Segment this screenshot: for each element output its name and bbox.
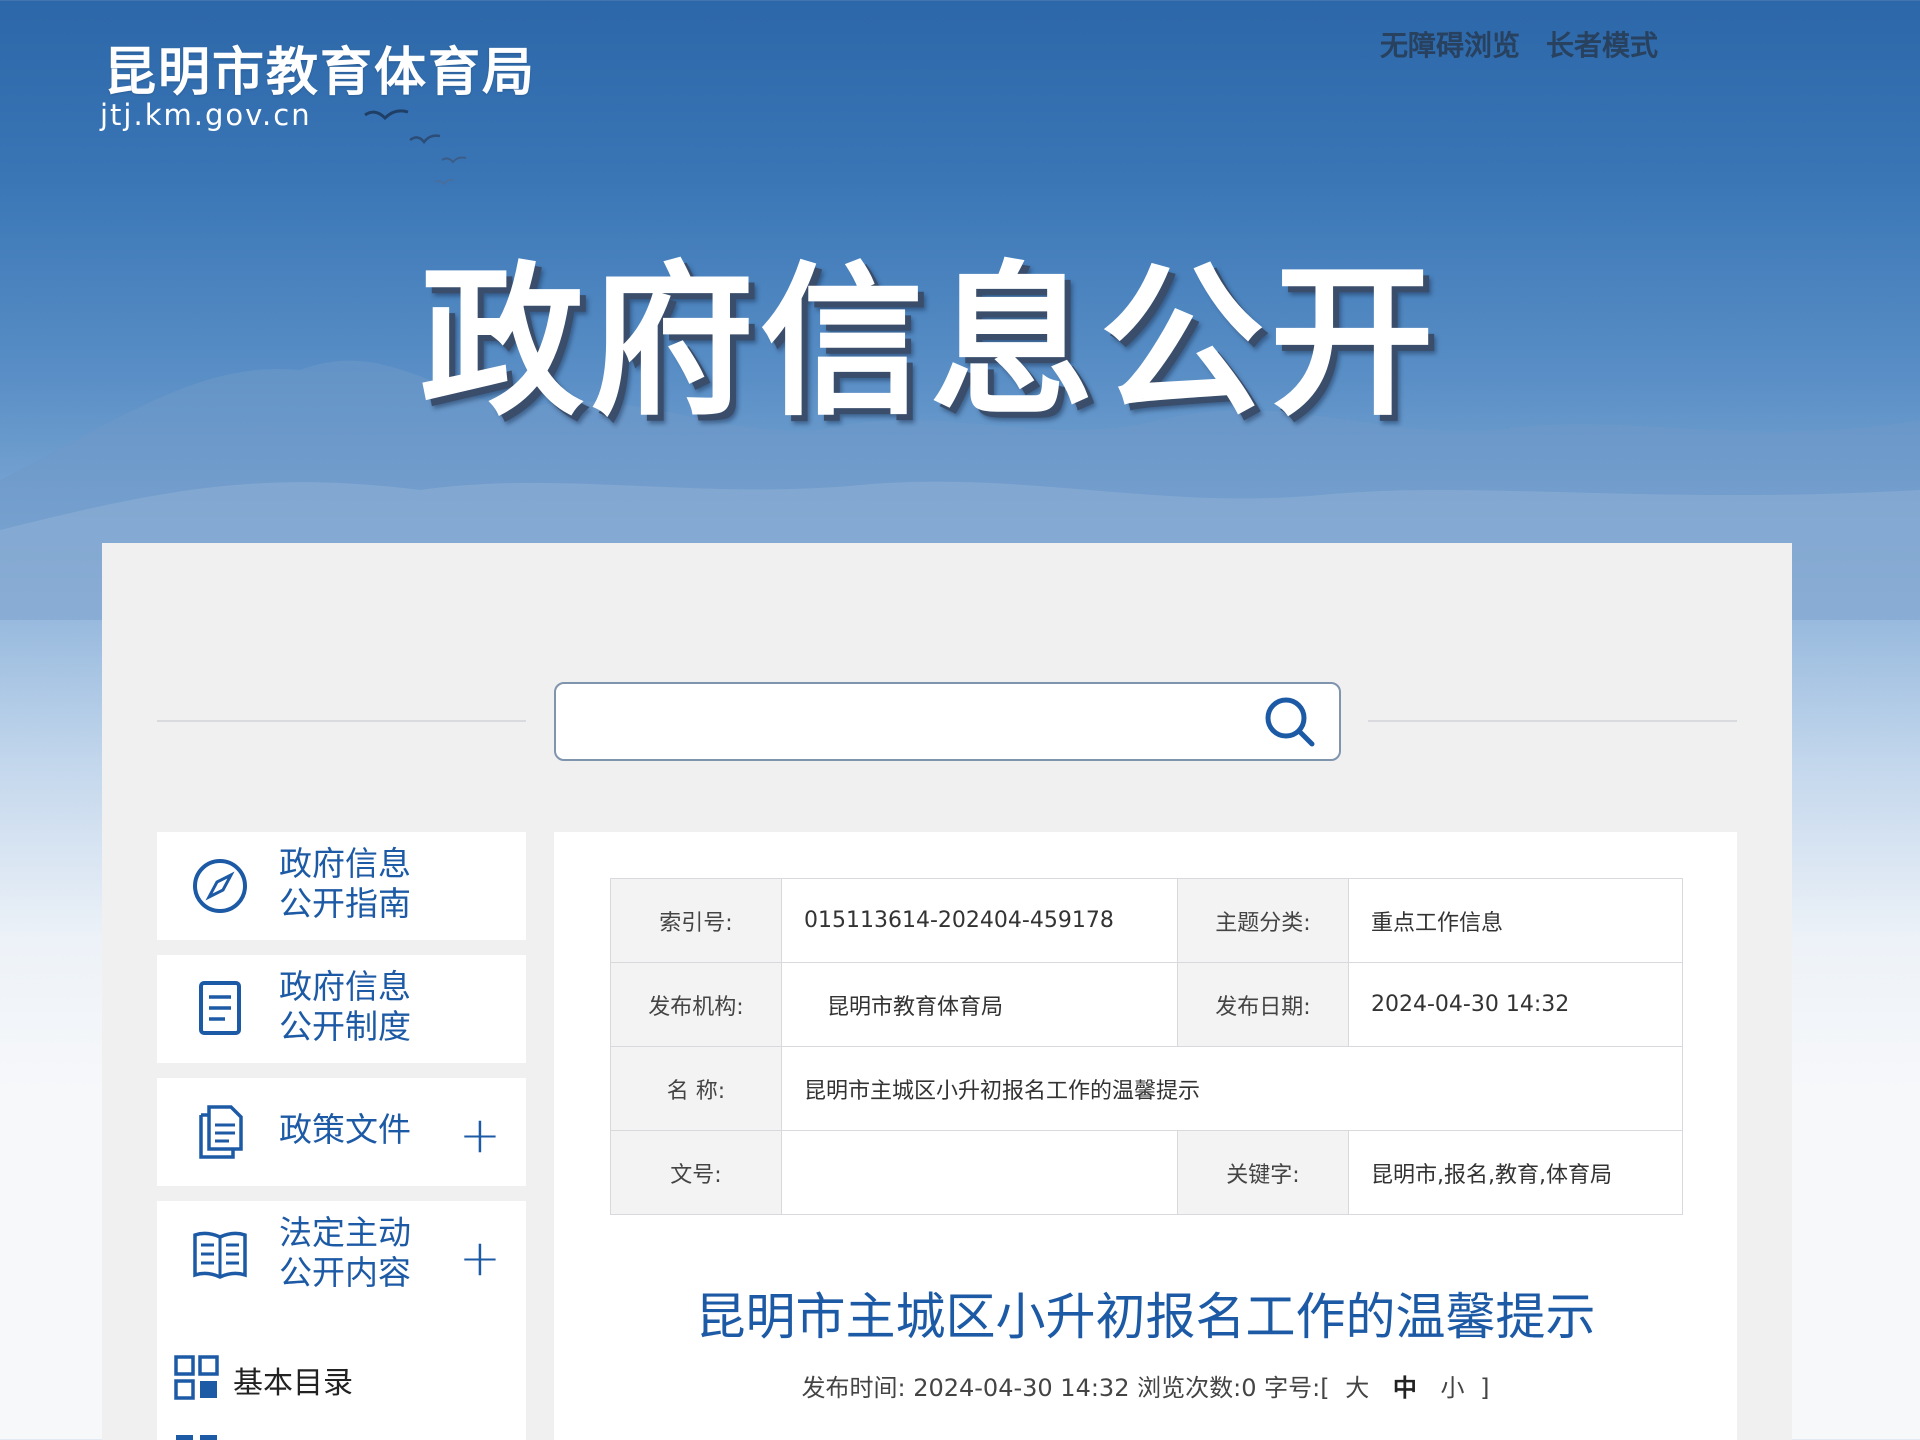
index-no-value: 015113614-202404-459178	[781, 878, 1178, 963]
table-row: 索引号: 015113614-202404-459178 主题分类: 重点工作信…	[610, 878, 1683, 963]
keywords-label: 关键字:	[1177, 1130, 1349, 1215]
top-links: 无障碍浏览 长者模式	[1380, 24, 1658, 64]
font-size-medium-button[interactable]: 中	[1393, 1374, 1417, 1402]
site-domain: jtj.km.gov.cn	[100, 98, 312, 132]
font-size-large-button[interactable]: 大	[1345, 1374, 1369, 1402]
pub-date-value: 2024-04-30 14:32	[1348, 962, 1683, 1047]
sidebar-item-system[interactable]: 政府信息 公开制度	[157, 955, 526, 1063]
keywords-value: 昆明市,报名,教育,体育局	[1348, 1130, 1683, 1215]
site-title[interactable]: 昆明市教育体育局	[104, 30, 536, 105]
book-icon	[193, 1231, 247, 1279]
sidebar-item-label: 政府信息 公开指南	[279, 844, 411, 923]
sidebar-item-statutory[interactable]: 法定主动 公开内容 +	[157, 1201, 526, 1309]
sidebar-sub-item-basic-catalog[interactable]: 基本目录	[233, 1358, 353, 1402]
publisher-label: 发布机构:	[610, 962, 782, 1047]
sidebar-item-label: 政府信息 公开制度	[279, 967, 411, 1046]
grid-icon	[174, 1355, 219, 1400]
views-label: 浏览次数:	[1137, 1374, 1242, 1402]
grid-icon	[176, 1435, 217, 1440]
expand-plus-icon[interactable]: +	[459, 1233, 501, 1283]
elder-mode-link[interactable]: 长者模式	[1546, 24, 1658, 64]
bracket-close: ]	[1480, 1374, 1490, 1402]
font-size-small-button[interactable]: 小	[1441, 1374, 1465, 1402]
sidebar-item-label: 法定主动 公开内容	[279, 1213, 411, 1292]
views-value: 0	[1241, 1374, 1257, 1402]
search-divider-right	[1368, 720, 1737, 722]
banner-title: 政府信息公开	[420, 247, 1441, 438]
doc-no-value	[781, 1130, 1178, 1215]
font-size-label: 字号:	[1264, 1374, 1321, 1402]
name-label: 名 称:	[610, 1046, 782, 1131]
table-row: 文号: 关键字: 昆明市,报名,教育,体育局	[610, 1130, 1683, 1215]
birds-decoration	[364, 109, 467, 186]
sidebar-item-label: 政策文件	[279, 1110, 411, 1149]
accessibility-link[interactable]: 无障碍浏览	[1380, 24, 1520, 64]
compass-icon	[193, 859, 247, 913]
article-info: 发布时间: 2024-04-30 14:32 浏览次数:0 字号:[ 大 中 小…	[554, 1368, 1737, 1403]
search-icon[interactable]	[1262, 694, 1318, 750]
meta-table: 索引号: 015113614-202404-459178 主题分类: 重点工作信…	[610, 878, 1683, 1215]
document-icon	[199, 981, 241, 1035]
publisher-value: 昆明市教育体育局	[781, 962, 1178, 1047]
table-row: 名 称: 昆明市主城区小升初报名工作的温馨提示	[610, 1046, 1683, 1131]
publish-time-label: 发布时间:	[801, 1374, 906, 1402]
sidebar-item-policy[interactable]: 政策文件 +	[157, 1078, 526, 1186]
expand-plus-icon[interactable]: +	[459, 1110, 501, 1160]
topic-value: 重点工作信息	[1348, 878, 1683, 963]
article-title: 昆明市主城区小升初报名工作的温馨提示	[695, 1288, 1596, 1346]
doc-no-label: 文号:	[610, 1130, 782, 1215]
topic-label: 主题分类:	[1177, 878, 1349, 963]
pub-date-label: 发布日期:	[1177, 962, 1349, 1047]
files-icon	[199, 1105, 243, 1159]
search-divider-left	[157, 720, 526, 722]
index-no-label: 索引号:	[610, 878, 782, 963]
sidebar-item-guide[interactable]: 政府信息 公开指南	[157, 832, 526, 940]
name-value: 昆明市主城区小升初报名工作的温馨提示	[781, 1046, 1683, 1131]
bracket-open: [	[1320, 1374, 1330, 1402]
table-row: 发布机构: 昆明市教育体育局 发布日期: 2024-04-30 14:32	[610, 962, 1683, 1047]
publish-time-value: 2024-04-30 14:32	[913, 1374, 1130, 1402]
search-input[interactable]	[554, 682, 1341, 761]
